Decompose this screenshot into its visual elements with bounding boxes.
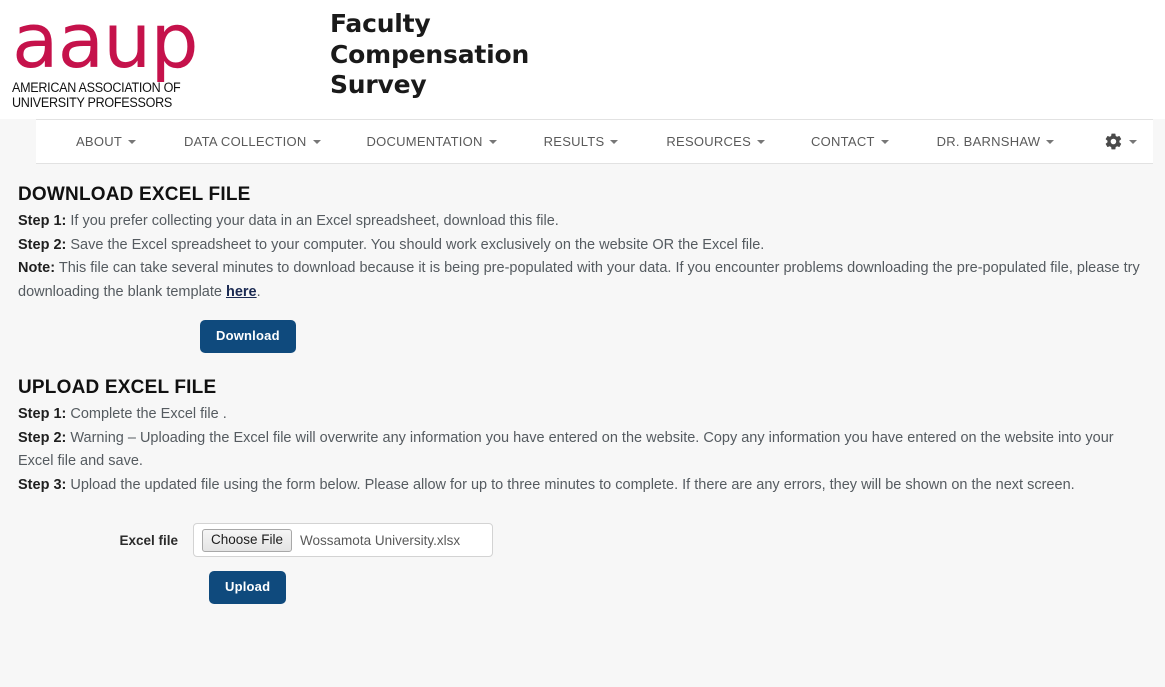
excel-file-input[interactable]: Choose File Wossamota University.xlsx [193,523,493,557]
excel-file-form-row: Excel file Choose File Wossamota Univers… [18,497,1153,557]
nav-item-results[interactable]: RESULTS [542,134,621,149]
excel-file-label: Excel file [119,532,178,548]
download-note: Note: This file can take several minutes… [18,257,1153,304]
chevron-down-icon [1046,139,1055,144]
nav-item-user-account[interactable]: DR. BARNSHAW [935,134,1057,149]
upload-step-2: Step 2: Warning – Uploading the Excel fi… [18,427,1153,474]
download-step-1: Step 1: If you prefer collecting your da… [18,210,1153,234]
chevron-down-icon [880,139,889,144]
upload-step-3: Step 3: Upload the updated file using th… [18,474,1153,498]
download-excel-section: DOWNLOAD EXCEL FILE Step 1: If you prefe… [18,164,1153,353]
page-title-line-2: Compensation [330,39,530,69]
chevron-down-icon [128,139,137,144]
nav-item-settings[interactable] [1102,132,1139,151]
main-navigation: ABOUT DATA COLLECTION DOCUMENTATION RESU… [36,119,1153,164]
upload-step-2-text: Warning – Uploading the Excel file will … [18,429,1114,470]
blank-template-link[interactable]: here [226,284,257,300]
logo-wordmark: aaup [12,4,199,82]
download-button[interactable]: Download [200,320,296,353]
logo-subtitle: AMERICAN ASSOCIATION OF UNIVERSITY PROFE… [12,80,235,110]
download-step-2-label: Step 2: [18,236,67,253]
choose-file-button[interactable]: Choose File [202,528,293,552]
nav-item-about[interactable]: ABOUT [74,134,138,149]
download-note-label: Note: [18,260,56,276]
nav-item-data-collection[interactable]: DATA COLLECTION [182,134,322,149]
nav-item-user-account-label: DR. BARNSHAW [936,134,1041,149]
nav-item-results-label: RESULTS [543,134,605,149]
chevron-down-icon [610,139,619,144]
gear-icon [1104,132,1123,151]
download-step-1-text: If you prefer collecting your data in an… [70,213,559,229]
upload-step-3-text: Upload the updated file using the form b… [70,476,1075,493]
nav-item-documentation-label: DOCUMENTATION [366,134,483,149]
chevron-down-icon [312,139,321,144]
upload-step-1: Step 1: Complete the Excel file . [18,403,1153,427]
download-note-text: This file can take several minutes to do… [18,260,1140,300]
download-button-row: Download [18,304,1153,353]
aaup-logo[interactable]: aaup AMERICAN ASSOCIATION OF UNIVERSITY … [12,4,252,110]
upload-step-3-label: Step 3: [18,476,67,493]
upload-section-title: UPLOAD EXCEL FILE [18,377,217,398]
download-section-title: DOWNLOAD EXCEL FILE [18,184,251,205]
nav-item-resources-label: RESOURCES [666,134,752,149]
upload-step-1-text: Complete the Excel file . [70,406,227,422]
upload-excel-section: UPLOAD EXCEL FILE Step 1: Complete the E… [18,353,1153,604]
chevron-down-icon [1129,139,1138,144]
download-step-1-label: Step 1: [18,213,67,229]
logo-subtitle-line-2: UNIVERSITY PROFESSORS [12,95,172,110]
upload-step-1-label: Step 1: [18,406,67,422]
logo-subtitle-line-1: AMERICAN ASSOCIATION OF [12,80,181,95]
download-note-text-end: . [256,283,261,300]
main-content: DOWNLOAD EXCEL FILE Step 1: If you prefe… [0,164,1165,685]
nav-item-contact[interactable]: CONTACT [809,134,891,149]
chevron-down-icon [488,139,497,144]
upload-button[interactable]: Upload [209,571,287,604]
download-step-2: Step 2: Save the Excel spreadsheet to yo… [18,234,1153,258]
page-title-line-3: Survey [330,70,427,99]
chevron-down-icon [757,139,766,144]
selected-file-name: Wossamota University.xlsx [300,532,461,548]
nav-item-contact-label: CONTACT [811,134,875,149]
page-title: Faculty Compensation Survey [330,9,529,101]
nav-item-documentation[interactable]: DOCUMENTATION [365,134,499,149]
site-header: aaup AMERICAN ASSOCIATION OF UNIVERSITY … [0,0,1165,119]
nav-item-data-collection-label: DATA COLLECTION [184,134,307,149]
upload-step-2-label: Step 2: [18,429,67,446]
page-title-line-1: Faculty [330,9,431,38]
download-step-2-text: Save the Excel spreadsheet to your compu… [70,236,765,253]
nav-item-about-label: ABOUT [76,134,123,149]
nav-item-resources[interactable]: RESOURCES [664,134,767,149]
upload-button-row: Upload [18,557,1153,604]
